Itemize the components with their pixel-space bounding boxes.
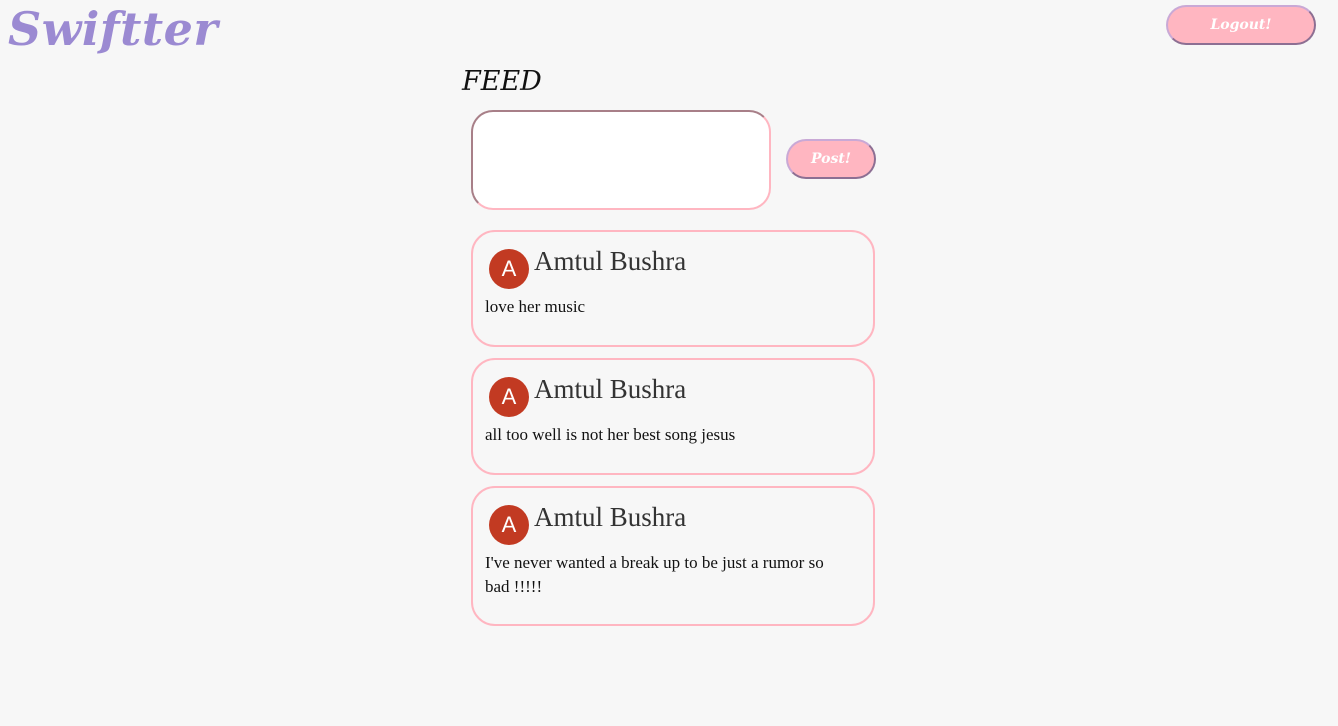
post-author: Amtul Bushra — [534, 501, 687, 532]
post-button[interactable]: Post! — [786, 139, 876, 179]
page-title: FEED — [462, 66, 542, 97]
avatar: A — [489, 505, 529, 545]
post-header: A Amtul Bushra — [484, 501, 862, 545]
logout-button[interactable]: Logout! — [1166, 5, 1316, 45]
compose-input[interactable] — [471, 110, 771, 210]
post-author: Amtul Bushra — [534, 373, 687, 404]
post-header: A Amtul Bushra — [484, 245, 862, 289]
post-text: all too well is not her best song jesus — [485, 425, 736, 444]
avatar: A — [489, 249, 529, 289]
post-author: Amtul Bushra — [534, 245, 687, 276]
post-list: A Amtul Bushra love her music A Amtul Bu… — [471, 230, 875, 637]
post-card: A Amtul Bushra love her music — [471, 230, 875, 347]
post-text: love her music — [485, 297, 586, 316]
post-card: A Amtul Bushra I've never wanted a break… — [471, 486, 875, 626]
avatar: A — [489, 377, 529, 417]
app-logo: Swiftter — [8, 2, 219, 56]
post-text: I've never wanted a break up to be just … — [485, 553, 824, 596]
post-card: A Amtul Bushra all too well is not her b… — [471, 358, 875, 475]
post-header: A Amtul Bushra — [484, 373, 862, 417]
